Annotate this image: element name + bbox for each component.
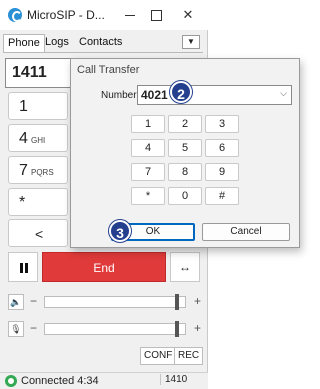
dialpad-key-star[interactable]: *	[8, 188, 68, 216]
transfer-key-hash[interactable]: #	[205, 187, 239, 205]
key-digit: 7	[19, 162, 28, 179]
dialpad-key-7[interactable]: 7 PQRS	[8, 156, 68, 184]
speaker-volume-row: 🔈 − +	[6, 292, 206, 312]
transfer-key-5[interactable]: 5	[168, 139, 202, 157]
transfer-key-7[interactable]: 7	[131, 163, 165, 181]
transfer-number-field[interactable]: 4021 ⌵	[137, 85, 292, 105]
connected-status-icon	[5, 375, 17, 387]
key-digit: 1	[19, 98, 28, 115]
key-letters: PQRS	[31, 168, 54, 177]
menu-dropdown-button[interactable]: ▼	[182, 35, 200, 49]
transfer-key-6[interactable]: 6	[205, 139, 239, 157]
transfer-key-0[interactable]: 0	[168, 187, 202, 205]
end-call-button[interactable]: End	[42, 252, 166, 282]
step-marker-2: 2	[170, 81, 192, 103]
plus-icon: +	[194, 294, 202, 308]
plus-icon: +	[194, 321, 202, 335]
key-letters: GHI	[31, 136, 46, 145]
window-title: MicroSIP - D...	[27, 8, 105, 22]
transfer-key-9[interactable]: 9	[205, 163, 239, 181]
number-label: Number	[101, 90, 137, 101]
chevron-down-icon[interactable]: ⌵	[280, 88, 287, 99]
mic-volume-row: 🎙 − +	[6, 319, 206, 339]
dialpad-key-4[interactable]: 4 GHI	[8, 124, 68, 152]
speaker-volume-slider[interactable]	[44, 296, 186, 308]
transfer-button[interactable]: ↔	[170, 252, 200, 282]
transfer-key-star[interactable]: *	[131, 187, 165, 205]
tab-phone[interactable]: Phone	[3, 34, 45, 53]
maximize-button[interactable]	[144, 6, 168, 24]
close-button[interactable]: ✕	[176, 6, 200, 24]
minus-icon: −	[30, 321, 38, 335]
speaker-icon[interactable]: 🔈	[8, 294, 24, 310]
mic-volume-thumb[interactable]	[175, 321, 180, 337]
transfer-key-8[interactable]: 8	[168, 163, 202, 181]
microsip-logo-icon	[8, 8, 22, 22]
key-digit: 4	[19, 130, 28, 147]
dialog-title: Call Transfer	[77, 64, 140, 76]
transfer-key-1[interactable]: 1	[131, 115, 165, 133]
status-bar: Connected 4:34 1410	[0, 372, 208, 389]
tab-logs[interactable]: Logs	[41, 34, 73, 52]
minimize-button[interactable]	[118, 6, 142, 24]
tab-divider	[3, 52, 203, 53]
transfer-key-4[interactable]: 4	[131, 139, 165, 157]
mic-volume-slider[interactable]	[44, 323, 186, 335]
key-digit: *	[19, 194, 26, 211]
backspace-button[interactable]: <	[8, 219, 68, 247]
minus-icon: −	[30, 294, 38, 308]
cancel-button[interactable]: Cancel	[202, 223, 290, 241]
call-control-row: End ↔	[4, 252, 206, 284]
backspace-icon: <	[35, 226, 44, 242]
hold-button[interactable]	[8, 252, 38, 282]
transfer-key-2[interactable]: 2	[168, 115, 202, 133]
status-text: Connected 4:34	[21, 375, 99, 387]
conference-button[interactable]: CONF	[140, 347, 177, 365]
dialpad-key-1[interactable]: 1	[8, 92, 68, 120]
tab-contacts[interactable]: Contacts	[75, 34, 126, 52]
transfer-number-value: 4021	[141, 88, 168, 102]
step-marker-3: 3	[109, 220, 131, 242]
transfer-icon: ↔	[179, 260, 191, 274]
transfer-key-3[interactable]: 3	[205, 115, 239, 133]
microphone-icon[interactable]: 🎙	[8, 321, 24, 337]
title-bar: MicroSIP - D... ✕	[0, 0, 208, 30]
record-button[interactable]: REC	[174, 347, 204, 365]
extension-label: 1410	[160, 374, 187, 385]
speaker-volume-thumb[interactable]	[175, 294, 180, 310]
